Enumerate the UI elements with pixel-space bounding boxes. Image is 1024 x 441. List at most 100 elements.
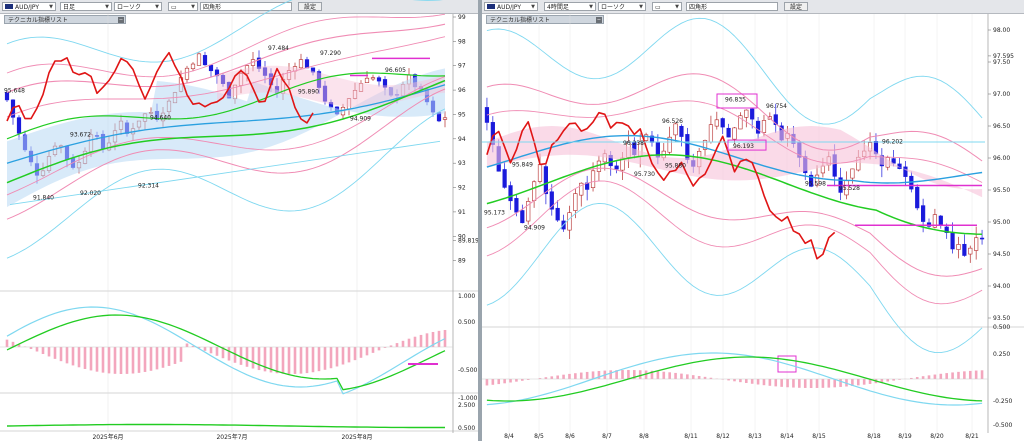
macd-histogram-bar (915, 377, 919, 379)
price-axis-label: 94.00 (993, 283, 1010, 290)
h4-chart-panel[interactable]: AUD/JPY ▼ 4時間足 ▼ ローソク ▼ ▭ ▼ 四角形 設定 テクニカル指標リス… (482, 0, 1024, 441)
macd-axis-label: -0.500 (993, 422, 1013, 429)
candle (726, 127, 731, 138)
price-label: 95.849 (512, 161, 533, 168)
date-axis-label: 2025年6月 (92, 433, 123, 441)
macd-histogram-bar (963, 371, 966, 379)
price-axis-label: 98 (458, 38, 466, 45)
macd-histogram-bar (65, 347, 69, 364)
sub-axis-label: 2.500 (458, 402, 475, 409)
macd-histogram-bar (497, 379, 501, 385)
macd-histogram-bar (921, 376, 925, 379)
macd-histogram-bar (47, 347, 51, 357)
candle (903, 166, 908, 177)
macd-histogram-bar (638, 370, 642, 379)
date-axis-label: 8/19 (898, 433, 912, 440)
macd-histogram-bar (697, 375, 701, 379)
price-label: 96.605 (385, 67, 406, 74)
macd-histogram-bar (544, 377, 548, 379)
macd-histogram-bar (413, 336, 417, 347)
macd-histogram-bar (980, 370, 984, 379)
macd-histogram-bar (862, 379, 866, 385)
date-axis-label: 8/14 (780, 433, 794, 440)
bollinger-band-line (486, 180, 983, 305)
price-axis-label: 96 (458, 87, 466, 94)
candle (750, 108, 755, 120)
macd-histogram-bar (957, 371, 960, 379)
price-label: 95.528 (839, 185, 860, 192)
macd-axis-label: 1.000 (458, 293, 475, 300)
macd-histogram-bar (335, 347, 339, 367)
candle (714, 119, 719, 127)
macd-histogram-bar (833, 379, 836, 388)
candle (202, 55, 208, 66)
price-axis-label: 89 (458, 258, 466, 265)
macd-histogram-bar (951, 372, 954, 379)
macd-histogram-bar (305, 347, 309, 374)
macd-axis-label: 0.250 (993, 351, 1010, 358)
price-label: 97.290 (320, 50, 341, 57)
macd-histogram-bar (59, 347, 63, 362)
candle (974, 237, 979, 251)
macd-histogram-bar (341, 347, 345, 365)
macd-histogram-bar (821, 379, 825, 388)
candle (761, 120, 767, 133)
candle (744, 109, 749, 118)
macd-histogram-bar (317, 347, 321, 372)
macd-histogram-bar (71, 347, 75, 366)
macd-histogram-bar (680, 373, 683, 379)
macd-histogram-bar (365, 347, 369, 356)
h4-chart-canvas[interactable]: 98.0097.59597.5097.0096.5096.0095.5095.0… (482, 0, 1024, 441)
date-axis-label: 8/21 (965, 433, 979, 440)
price-label: 95.880 (665, 163, 686, 170)
macd-histogram-bar (113, 347, 117, 374)
macd-histogram-bar (756, 379, 760, 385)
price-axis-label: 97.50 (993, 59, 1010, 66)
daily-chart-panel[interactable]: AUD/JPY ▼ 日足 ▼ ローソク ▼ ▭ ▼ 四角形 設定 テクニカル指標リスト −… (0, 0, 478, 441)
macd-histogram-bar (311, 347, 315, 373)
macd-histogram-bar (815, 379, 819, 388)
sub-axis-label: 0.500 (458, 425, 475, 432)
candle (304, 59, 310, 69)
candle (956, 244, 961, 250)
macd-histogram-bar (839, 379, 842, 387)
macd-histogram-bar (119, 347, 123, 374)
macd-histogram-bar (562, 374, 565, 379)
macd-histogram-bar (137, 347, 141, 373)
date-axis-label: 8/20 (930, 433, 944, 440)
macd-histogram-bar (179, 347, 183, 362)
candle (732, 127, 737, 140)
macd-histogram-bar (83, 347, 87, 369)
candle (614, 165, 619, 170)
macd-histogram-bar (347, 347, 351, 363)
macd-histogram-bar (550, 376, 554, 379)
macd-histogram-bar (293, 347, 297, 374)
date-axis-label: 8/18 (867, 433, 881, 440)
candle (673, 123, 678, 136)
candle (376, 77, 382, 82)
macd-histogram-bar (744, 379, 748, 383)
price-label: 95.890 (298, 89, 319, 96)
price-axis-label: 91 (458, 209, 466, 216)
daily-chart-canvas[interactable]: 9998979695949392919089.819891.0000.500-0… (0, 0, 478, 441)
candle (573, 193, 578, 211)
macd-histogram-bar (968, 370, 972, 379)
macd-histogram-bar (621, 370, 624, 379)
macd-histogram-bar (591, 371, 595, 379)
macd-histogram-bar (5, 339, 9, 347)
macd-histogram-bar (125, 347, 129, 374)
macd-histogram-bar (609, 370, 613, 379)
macd-histogram-bar (762, 379, 766, 386)
price-axis-label: 94 (458, 136, 466, 143)
date-axis-label: 8/6 (565, 433, 575, 440)
price-axis-label: 96.00 (993, 155, 1010, 162)
macd-histogram-bar (568, 373, 571, 379)
macd-histogram-bar (674, 372, 677, 379)
price-label: 95.173 (484, 209, 505, 216)
price-axis-label: 96.50 (993, 123, 1010, 130)
macd-histogram-bar (245, 347, 249, 367)
macd-histogram-bar (257, 347, 261, 371)
candle (679, 125, 684, 137)
candle (755, 120, 761, 134)
macd-histogram-bar (29, 347, 33, 350)
